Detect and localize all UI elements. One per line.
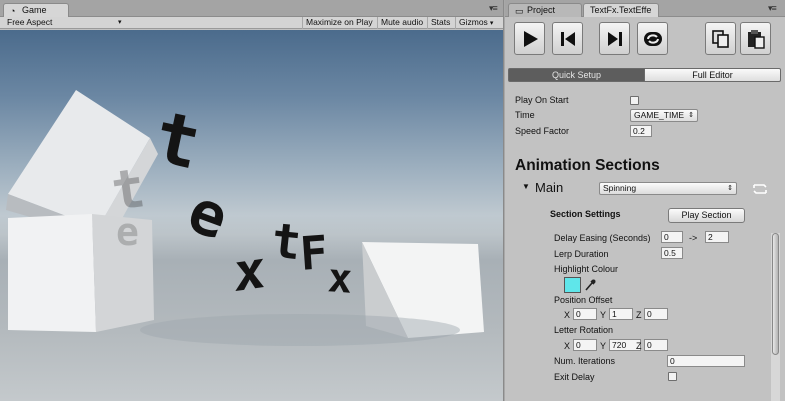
tab-textfx[interactable]: TextFx.TextEffe xyxy=(583,3,659,17)
game-viewport[interactable]: t e t e x t F x xyxy=(0,30,503,401)
loop-icon xyxy=(643,31,662,46)
scene-letter: x xyxy=(326,255,354,303)
lerp-duration-field[interactable]: 0.5 xyxy=(661,247,683,259)
game-tabstrip: ◔ Game ▾≡ xyxy=(0,0,503,17)
axis-y-label: Y xyxy=(600,310,607,320)
tab-menu-icon[interactable]: ▾≡ xyxy=(768,3,777,14)
chevron-down-icon: ▾ xyxy=(118,19,122,26)
main-section-label: Main xyxy=(535,180,564,195)
cube-lower-left-front xyxy=(8,214,96,332)
scene-letter: F xyxy=(298,225,330,281)
position-offset-y-field[interactable]: 1 xyxy=(609,308,633,320)
letter-rotation-z-field[interactable]: 0 xyxy=(644,339,668,351)
delay-easing-label: Delay Easing (Seconds) xyxy=(554,233,651,243)
speed-factor-field[interactable]: 0.2 xyxy=(630,125,652,137)
preset-dropdown[interactable]: Spinning ⇕ xyxy=(599,182,737,195)
folder-icon: ▭ xyxy=(515,6,524,16)
copy-button[interactable] xyxy=(705,22,736,55)
paste-icon xyxy=(747,29,765,49)
range-arrow-label: -> xyxy=(689,233,698,243)
copy-icon xyxy=(711,29,729,48)
iterations-field[interactable]: 0 xyxy=(667,355,745,367)
stats-toggle[interactable]: Stats xyxy=(427,17,453,29)
inspector-tabstrip: ▭ Project TextFx.TextEffe ▾≡ xyxy=(505,0,785,17)
mute-audio-toggle[interactable]: Mute audio xyxy=(377,17,426,29)
ghost-letter: e xyxy=(116,210,139,254)
step-forward-icon xyxy=(607,31,622,46)
chevron-down-icon: ▾ xyxy=(489,20,494,27)
position-offset-label: Position Offset xyxy=(554,295,613,305)
game-toolbar: Free Aspect ▾ Maximize on Play Mute audio… xyxy=(0,17,503,29)
play-button[interactable] xyxy=(514,22,545,55)
refresh-icon[interactable] xyxy=(751,181,769,197)
time-label: Time xyxy=(515,110,535,120)
step-back-button[interactable] xyxy=(552,22,583,55)
eyedropper-icon[interactable] xyxy=(584,278,596,292)
play-icon xyxy=(523,30,538,47)
play-on-start-label: Play On Start xyxy=(515,95,569,105)
ground-shadow xyxy=(140,314,460,346)
game-panel: ◔ Game ▾≡ Free Aspect ▾ Maximize on Play M… xyxy=(0,0,504,401)
animation-sections-title: Animation Sections xyxy=(515,157,660,174)
step-forward-button[interactable] xyxy=(599,22,630,55)
step-back-icon xyxy=(560,31,575,46)
aspect-dropdown[interactable]: Free Aspect ▾ xyxy=(4,17,124,29)
loop-button[interactable] xyxy=(637,22,668,55)
position-offset-x-field[interactable]: 0 xyxy=(573,308,597,320)
exit-delay-checkbox[interactable] xyxy=(668,372,677,381)
tab-project[interactable]: ▭ Project xyxy=(508,3,582,17)
inspector-panel: ▭ Project TextFx.TextEffe ▾≡ Quick Setup … xyxy=(505,0,785,401)
tab-game[interactable]: ◔ Game xyxy=(3,3,69,17)
delay-easing-to-field[interactable]: 2 xyxy=(705,231,729,243)
letter-rotation-x-field[interactable]: 0 xyxy=(573,339,597,351)
time-dropdown[interactable]: GAME_TIME ⇕ xyxy=(630,109,698,122)
highlight-colour-swatch[interactable] xyxy=(564,277,581,293)
highlight-colour-label: Highlight Colour xyxy=(554,264,619,274)
axis-z-label: Z xyxy=(636,310,642,320)
delay-easing-from-field[interactable]: 0 xyxy=(661,231,683,243)
gizmos-dropdown[interactable]: Gizmos ▾ xyxy=(455,17,496,29)
axis-z-label: Z xyxy=(636,341,642,351)
play-on-start-checkbox[interactable] xyxy=(630,96,639,105)
axis-y-label: Y xyxy=(600,341,607,351)
scene-cubes xyxy=(6,90,484,346)
tab-menu-icon[interactable]: ▾≡ xyxy=(489,3,498,14)
axis-x-label: X xyxy=(564,310,571,320)
inspector-scrollbar[interactable] xyxy=(771,233,780,401)
axis-x-label: X xyxy=(564,341,571,351)
lerp-duration-label: Lerp Duration xyxy=(554,249,609,259)
tab-quick-setup[interactable]: Quick Setup xyxy=(508,68,645,82)
scene-letter: x xyxy=(234,239,266,305)
section-settings-title: Section Settings xyxy=(550,209,621,219)
iterations-label: Num. Iterations xyxy=(554,356,616,366)
tab-full-editor[interactable]: Full Editor xyxy=(644,68,781,82)
position-offset-z-field[interactable]: 0 xyxy=(644,308,668,320)
letter-rotation-label: Letter Rotation xyxy=(554,325,614,335)
pacman-icon: ◔ xyxy=(10,6,16,16)
paste-button[interactable] xyxy=(740,22,771,55)
foldout-arrow-icon[interactable]: ▼ xyxy=(522,182,530,191)
chevron-updown-icon: ⇕ xyxy=(727,185,733,192)
speed-factor-label: Speed Factor xyxy=(515,126,570,136)
chevron-updown-icon: ⇕ xyxy=(688,112,694,119)
scrollbar-thumb[interactable] xyxy=(772,233,779,355)
maximize-on-play-toggle[interactable]: Maximize on Play xyxy=(302,17,376,29)
exit-delay-label: Exit Delay xyxy=(554,372,595,382)
play-section-button[interactable]: Play Section xyxy=(668,208,745,223)
